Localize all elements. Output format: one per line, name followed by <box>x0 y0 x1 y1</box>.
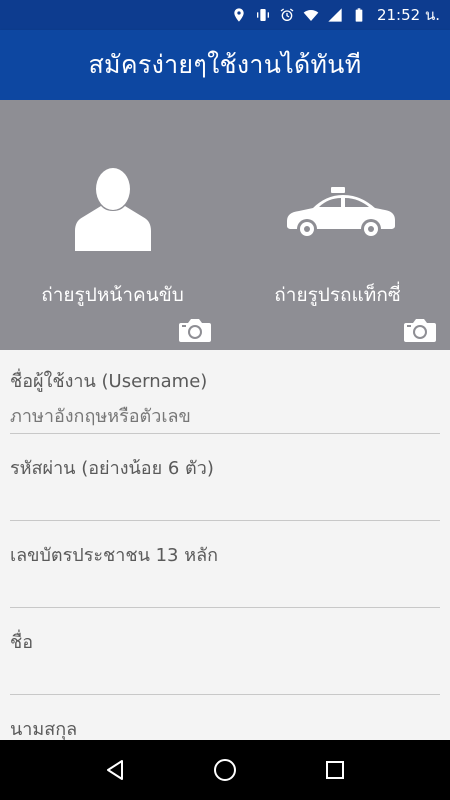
driver-photo-label: ถ่ายรูปหน้าคนขับ <box>41 284 184 306</box>
taxi-photo-button[interactable]: ถ่ายรูปรถแท็กซี่ <box>225 100 450 350</box>
alarm-icon <box>279 7 295 23</box>
id-card-field[interactable]: เลขบัตรประชาชน 13 หลัก <box>10 540 440 608</box>
last-name-label: นามสกุล <box>10 719 78 740</box>
camera-icon <box>179 319 211 342</box>
person-silhouette-icon <box>74 168 151 251</box>
app-bar: สมัครง่ายๆใช้งานได้ทันที <box>0 30 450 100</box>
taxi-car-icon <box>286 187 395 239</box>
photo-panel: ถ่ายรูปหน้าคนขับ ถ่ายรูปรถแท็กซี่ <box>0 100 450 350</box>
page-title: สมัครง่ายๆใช้งานได้ทันที <box>88 50 362 79</box>
wifi-icon <box>303 7 319 23</box>
camera-icon <box>404 319 436 342</box>
signal-icon <box>327 7 343 23</box>
username-label: ชื่อผู้ใช้งาน (Username) <box>10 371 208 392</box>
location-icon <box>231 7 247 23</box>
username-input[interactable]: ภาษาอังกฤษหรือตัวเลข <box>10 401 440 430</box>
id-card-label: เลขบัตรประชาชน 13 หลัก <box>10 545 219 566</box>
driver-photo-button[interactable]: ถ่ายรูปหน้าคนขับ <box>0 100 225 350</box>
home-icon[interactable] <box>211 756 239 784</box>
taxi-photo-label: ถ่ายรูปรถแท็กซี่ <box>274 284 401 306</box>
password-field[interactable]: รหัสผ่าน (อย่างน้อย 6 ตัว) <box>10 453 440 521</box>
navigation-bar <box>0 740 450 800</box>
password-label: รหัสผ่าน (อย่างน้อย 6 ตัว) <box>10 458 214 479</box>
divider <box>10 694 440 695</box>
status-time: 21:52 น. <box>376 6 440 24</box>
battery-icon <box>351 7 367 23</box>
registration-form: ชื่อผู้ใช้งาน (Username) ภาษาอังกฤษหรือต… <box>0 350 450 740</box>
back-icon[interactable] <box>101 756 129 784</box>
first-name-label: ชื่อ <box>10 632 34 653</box>
divider <box>10 520 440 521</box>
vibrate-icon <box>255 7 271 23</box>
recents-icon[interactable] <box>321 756 349 784</box>
status-bar: 21:52 น. <box>0 0 450 30</box>
username-field[interactable]: ชื่อผู้ใช้งาน (Username) ภาษาอังกฤษหรือต… <box>10 366 440 434</box>
divider <box>10 433 440 434</box>
last-name-field[interactable]: นามสกุล <box>10 714 440 740</box>
first-name-field[interactable]: ชื่อ <box>10 627 440 695</box>
divider <box>10 607 440 608</box>
